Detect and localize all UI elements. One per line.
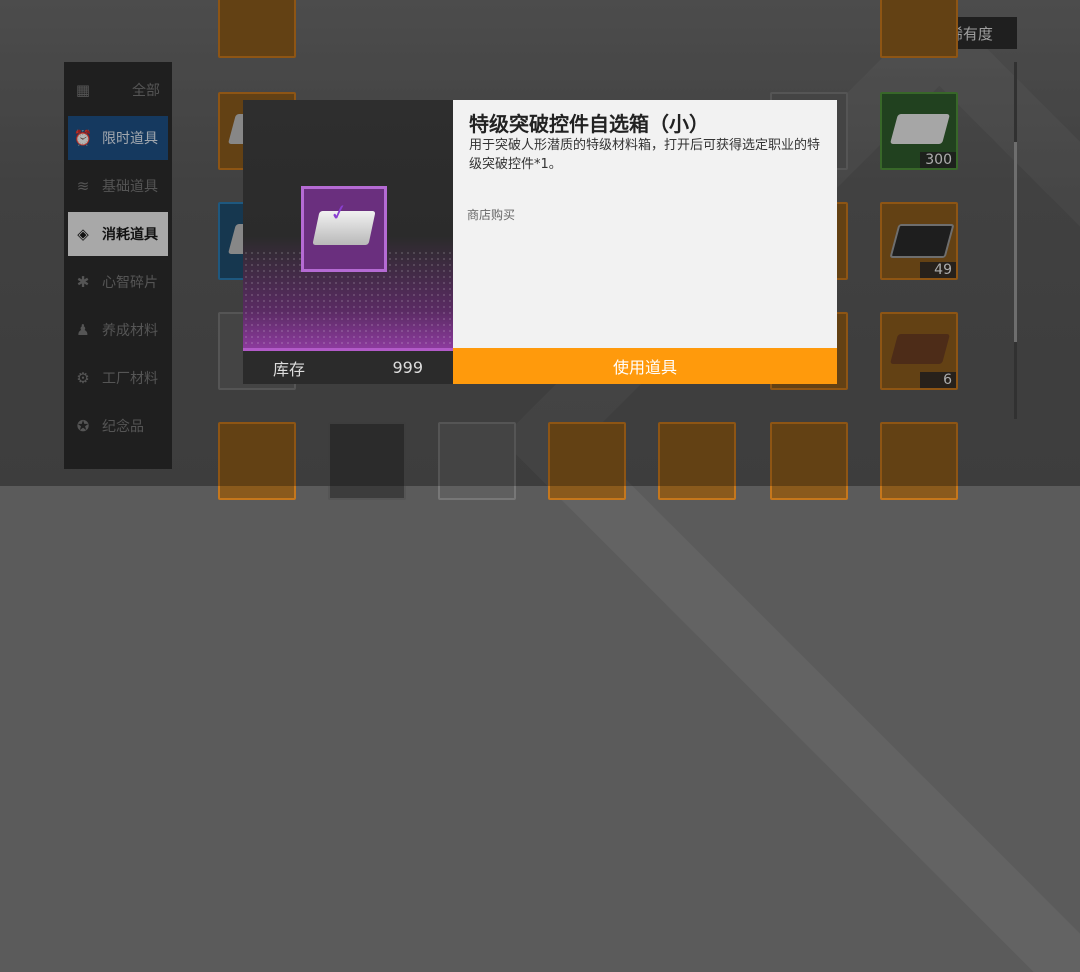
v-emblem-icon: ✓ [327,199,351,228]
stock-value: 999 [392,358,423,377]
item-name: 特级突破控件自选箱（小） [469,112,709,136]
item-icon: ✓ [301,186,387,272]
item-source: 商店购买 [467,208,516,222]
stock-bar: 库存 999 [243,348,453,384]
item-description: 用于突破人形潜质的特级材料箱，打开后可获得选定职业的特级突破控件*1。 [469,138,821,172]
item-info-panel: 特级突破控件自选箱（小） 用于突破人形潜质的特级材料箱，打开后可获得选定职业的特… [453,100,837,348]
item-detail-dialog: ✓ 库存 999 特级突破控件自选箱（小） 用于突破人形潜质的特级材料箱，打开后… [243,100,837,384]
stock-label: 库存 [273,359,306,379]
use-item-button[interactable]: 使用道具 [453,348,837,384]
